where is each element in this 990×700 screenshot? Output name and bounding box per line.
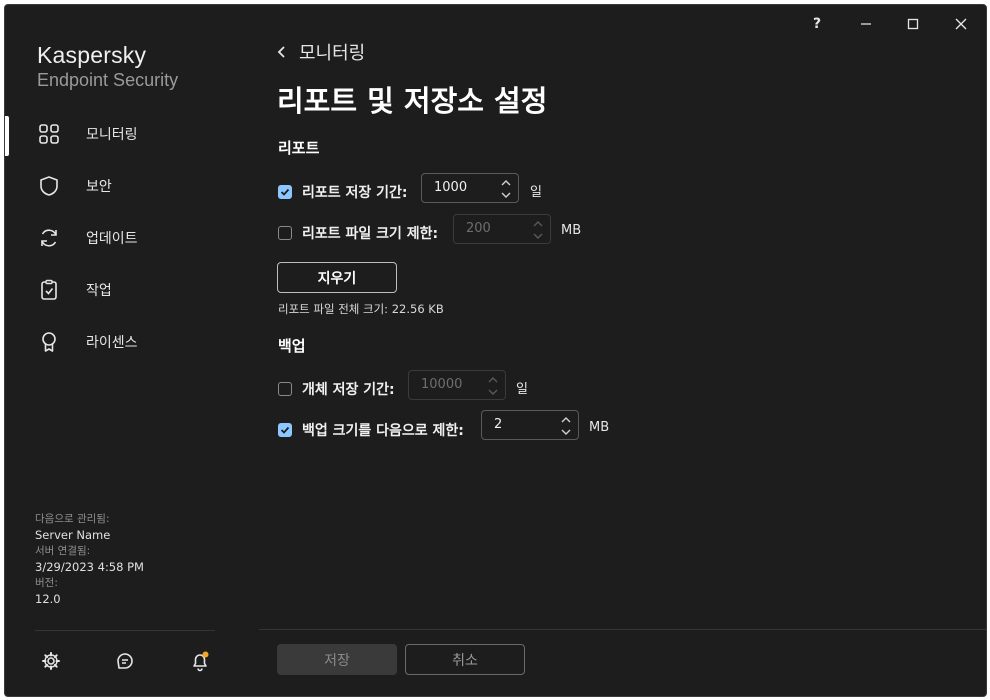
report-file-limit-unit: MB xyxy=(561,223,582,238)
report-file-limit-input[interactable]: 200 xyxy=(453,214,551,244)
app-window: ? Kaspersky Endpoint Security 모니터링 보안 업데… xyxy=(4,4,987,697)
close-icon xyxy=(955,18,967,30)
sidebar-item-label: 작업 xyxy=(86,283,112,299)
cancel-button[interactable]: 취소 xyxy=(405,644,525,675)
version-value: 12.0 xyxy=(35,592,61,606)
maximize-button[interactable] xyxy=(902,13,924,35)
sidebar: Kaspersky Endpoint Security 모니터링 보안 업데이트… xyxy=(5,5,255,696)
report-retention-unit: 일 xyxy=(530,185,542,200)
reports-heading: 리포트 xyxy=(278,139,320,157)
notification-dot xyxy=(202,651,209,658)
sidebar-item-label: 모니터링 xyxy=(86,127,138,143)
object-retention-row: 개체 저장 기간: xyxy=(278,379,395,399)
report-file-limit-row: 리포트 파일 크기 제한: xyxy=(278,223,438,243)
report-retention-label: 리포트 저장 기간: xyxy=(302,185,408,201)
object-retention-label: 개체 저장 기간: xyxy=(302,382,395,398)
report-retention-input[interactable]: 1000 xyxy=(421,173,519,203)
connection-info: 다음으로 관리됨: Server Name 서버 연결됨: 3/29/2023 … xyxy=(35,511,144,607)
help-button[interactable]: ? xyxy=(806,13,828,35)
report-size-note: 리포트 파일 전체 크기: 22.56 KB xyxy=(278,302,444,316)
managed-by-value: Server Name xyxy=(35,528,111,542)
bell-icon[interactable] xyxy=(189,650,211,672)
checkmark-icon xyxy=(280,426,290,434)
spinner-arrows-icon[interactable] xyxy=(560,414,572,438)
shield-icon xyxy=(40,176,58,196)
object-retention-unit: 일 xyxy=(516,382,528,397)
report-retention-value: 1000 xyxy=(434,180,468,195)
brand-name: Kaspersky xyxy=(37,42,147,68)
version-label: 버전: xyxy=(35,577,58,589)
page-title: 리포트 및 저장소 설정 xyxy=(277,84,548,118)
backup-size-limit-label: 백업 크기를 다음으로 제한: xyxy=(302,423,464,439)
checkmark-icon xyxy=(280,188,290,196)
grid-icon xyxy=(39,124,59,144)
object-retention-input[interactable]: 10000 xyxy=(408,370,506,400)
clear-reports-button[interactable]: 지우기 xyxy=(277,262,397,293)
managed-by-label: 다음으로 관리됨: xyxy=(35,513,110,525)
object-retention-value: 10000 xyxy=(421,377,463,392)
help-icon: ? xyxy=(812,16,822,32)
backup-size-limit-checkbox[interactable] xyxy=(278,423,292,437)
server-connected-value: 3/29/2023 4:58 PM xyxy=(35,560,144,574)
gear-icon[interactable] xyxy=(40,650,62,672)
sidebar-item-security[interactable]: 보안 xyxy=(5,160,255,212)
sidebar-divider xyxy=(35,630,215,631)
refresh-icon xyxy=(41,229,57,247)
report-retention-row: 리포트 저장 기간: xyxy=(278,182,408,202)
backup-size-limit-unit: MB xyxy=(589,420,610,435)
support-icon[interactable] xyxy=(114,650,136,672)
sidebar-item-label: 업데이트 xyxy=(86,231,138,247)
sidebar-item-update[interactable]: 업데이트 xyxy=(5,212,255,264)
back-link-label: 모니터링 xyxy=(299,43,366,64)
clipboard-icon xyxy=(41,279,57,300)
object-retention-checkbox[interactable] xyxy=(278,382,292,396)
report-file-limit-value: 200 xyxy=(466,221,491,236)
spinner-arrows-icon[interactable] xyxy=(487,374,499,398)
sidebar-bottom-toolbar xyxy=(5,650,255,674)
backup-size-limit-row: 백업 크기를 다음으로 제한: xyxy=(278,420,464,440)
chevron-left-icon xyxy=(277,46,285,58)
footer-divider xyxy=(259,629,986,630)
spinner-arrows-icon[interactable] xyxy=(500,177,512,201)
backup-size-limit-input[interactable]: 2 xyxy=(481,410,579,440)
sidebar-item-tasks[interactable]: 작업 xyxy=(5,264,255,316)
maximize-icon xyxy=(907,18,919,30)
sidebar-item-monitoring[interactable]: 모니터링 xyxy=(5,108,255,160)
save-button[interactable]: 저장 xyxy=(277,644,397,675)
sidebar-item-label: 라이센스 xyxy=(86,335,138,351)
back-link[interactable]: 모니터링 xyxy=(277,39,365,65)
minimize-button[interactable] xyxy=(855,13,877,35)
spinner-arrows-icon[interactable] xyxy=(532,218,544,242)
sidebar-item-label: 보안 xyxy=(86,179,112,195)
backup-heading: 백업 xyxy=(278,337,306,355)
report-file-limit-label: 리포트 파일 크기 제한: xyxy=(302,226,439,242)
backup-size-limit-value: 2 xyxy=(494,417,503,432)
brand-product: Endpoint Security xyxy=(37,70,179,90)
report-retention-checkbox[interactable] xyxy=(278,185,292,199)
server-connected-label: 서버 연결됨: xyxy=(35,545,91,557)
report-file-limit-checkbox[interactable] xyxy=(278,226,292,240)
sidebar-item-license[interactable]: 라이센스 xyxy=(5,316,255,368)
close-button[interactable] xyxy=(950,13,972,35)
sidebar-nav: 모니터링 보안 업데이트 작업 라이센스 xyxy=(5,108,255,368)
badge-icon xyxy=(42,332,56,352)
minimize-icon xyxy=(861,23,871,25)
